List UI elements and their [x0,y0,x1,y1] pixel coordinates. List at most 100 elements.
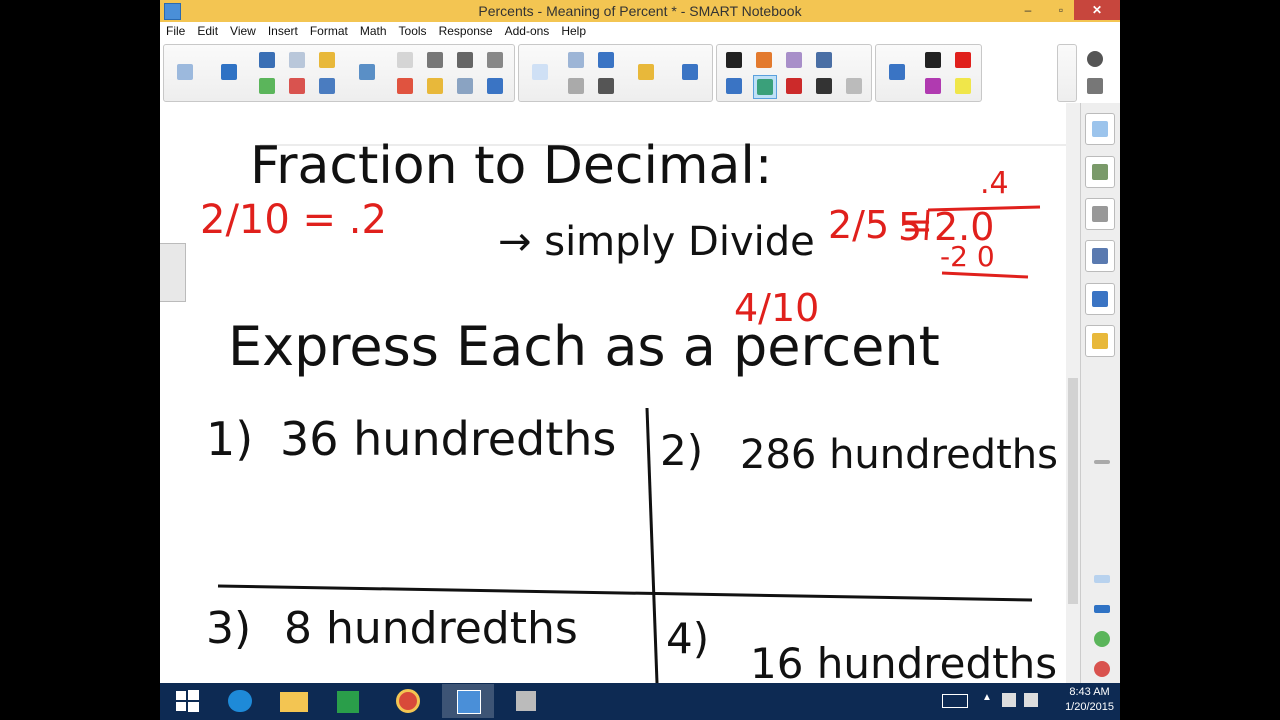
division-subtract-ink: -2 0 [940,240,995,273]
problem-4-number: 4) [666,614,709,663]
pens-icon[interactable] [753,75,777,99]
document-camera-icon[interactable] [484,49,506,71]
select-arrow-icon[interactable] [723,49,745,71]
toolbar-group-math [518,44,713,102]
minimize-button[interactable]: – [1015,0,1041,20]
shape-icon[interactable] [595,49,617,71]
internet-explorer-icon[interactable] [214,684,266,718]
close-button[interactable]: ✕ [1074,0,1120,20]
response-icon[interactable] [635,61,657,83]
shapes-icon[interactable] [753,49,775,71]
problem-2-number: 2) [660,426,703,475]
add-page-icon[interactable] [256,75,278,97]
clear-ink-icon[interactable] [454,49,476,71]
open-file-icon[interactable] [316,49,338,71]
side-delete-page-icon[interactable] [1091,658,1113,680]
attachments-tab[interactable] [1085,198,1115,230]
menu-help[interactable]: Help [555,22,592,40]
restore-button[interactable]: ▫ [1048,0,1074,20]
move-toolbar-icon[interactable] [1084,75,1106,97]
chrome-icon[interactable] [382,684,434,718]
text-icon[interactable] [783,75,805,97]
pen-yellow-icon[interactable] [952,75,974,97]
previous-page-icon[interactable] [174,61,196,83]
table-math-icon[interactable] [565,75,587,97]
volume-icon[interactable] [1024,693,1038,707]
division-bracket [924,209,930,241]
side-add-page-icon[interactable] [1091,628,1113,650]
side-next-page-icon[interactable] [1091,598,1113,620]
toolbar [160,41,1120,104]
pen-red-icon[interactable] [952,49,974,71]
clock[interactable]: 8:43 AM 1/20/2015 [1065,685,1114,715]
pen-black-icon[interactable] [922,49,944,71]
delete-page-icon[interactable] [286,75,308,97]
smart-notebook-window: Percents - Meaning of Percent * - SMART … [160,0,1120,683]
grid-horizontal-line [217,584,1033,602]
problem-1-number: 1) [206,412,253,466]
keyboard-icon[interactable] [942,694,968,708]
close-tool-icon[interactable] [484,75,506,97]
menu-file[interactable]: File [160,22,191,40]
pen-abc-icon[interactable] [723,75,745,97]
scrollbar-thumb[interactable] [1068,378,1078,604]
line-icon[interactable] [813,75,835,97]
math-pi-icon[interactable] [529,61,551,83]
toolbar-overflow-button[interactable] [1057,44,1077,102]
menu-response[interactable]: Response [433,22,499,40]
title-bar: Percents - Meaning of Percent * - SMART … [160,0,1120,22]
clock-time: 8:43 AM [1069,686,1110,698]
menu-tools[interactable]: Tools [393,22,433,40]
screen-capture-icon[interactable] [424,49,446,71]
eraser-icon[interactable] [843,75,865,97]
window-title: Percents - Meaning of Percent * - SMART … [478,3,802,19]
add-ons-tab[interactable] [1085,283,1115,315]
action-center-icon[interactable] [1002,693,1016,707]
undo-icon[interactable] [256,49,278,71]
save-icon[interactable] [316,75,338,97]
table-icon[interactable] [454,75,476,97]
gear-icon[interactable] [1084,48,1106,70]
page-sorter-tab[interactable] [1085,113,1115,145]
sigma-icon[interactable] [595,75,617,97]
file-explorer-icon[interactable] [268,684,320,718]
show-hidden-icons-icon[interactable]: ▲ [982,692,992,703]
eraser-tool-icon[interactable] [783,49,805,71]
smart-notebook-taskbar-icon[interactable] [442,684,494,718]
side-prev-page-icon[interactable] [1091,568,1113,590]
redo-icon[interactable] [286,49,308,71]
response-tab[interactable] [1085,325,1115,357]
menu-add-ons[interactable]: Add-ons [499,22,556,40]
next-page-icon[interactable] [218,61,240,83]
display-screen-icon[interactable] [356,61,378,83]
grid-vertical-line [645,407,659,683]
menu-format[interactable]: Format [304,22,354,40]
gallery-tab[interactable] [1085,156,1115,188]
example-left-ink: 2/10 = .2 [200,197,387,243]
prompt-ink: Express Each as a percent [228,315,940,378]
pen-purple-icon[interactable] [922,75,944,97]
start-button[interactable] [162,684,214,718]
division-divisor-ink: 5 [898,205,922,249]
side-tabs [1080,103,1120,683]
properties-tab[interactable] [1085,240,1115,272]
menu-math[interactable]: Math [354,22,393,40]
store-icon[interactable] [323,684,375,718]
menu-bar: File Edit View Insert Format Math Tools Respons… [160,22,1120,41]
resize-arrows-icon[interactable] [1091,451,1113,473]
smart-board-tools-icon[interactable] [500,684,552,718]
menu-view[interactable]: View [224,22,262,40]
screen-shade-icon[interactable] [424,75,446,97]
taskbar: ▲ 8:43 AM 1/20/2015 [160,683,1120,720]
addons-puzzle-icon[interactable] [679,61,701,83]
paste-icon[interactable] [394,49,416,71]
fill-icon[interactable] [813,49,835,71]
vertical-scrollbar[interactable] [1066,103,1080,683]
graph-icon[interactable] [565,49,587,71]
notebook-page[interactable]: Fraction to Decimal: 2/10 = .2 → simply … [160,103,1080,683]
toolbar-group-pen-styles [875,44,982,102]
menu-edit[interactable]: Edit [191,22,224,40]
pen-style-icon[interactable] [886,61,908,83]
menu-insert[interactable]: Insert [262,22,304,40]
delete-icon[interactable] [394,75,416,97]
